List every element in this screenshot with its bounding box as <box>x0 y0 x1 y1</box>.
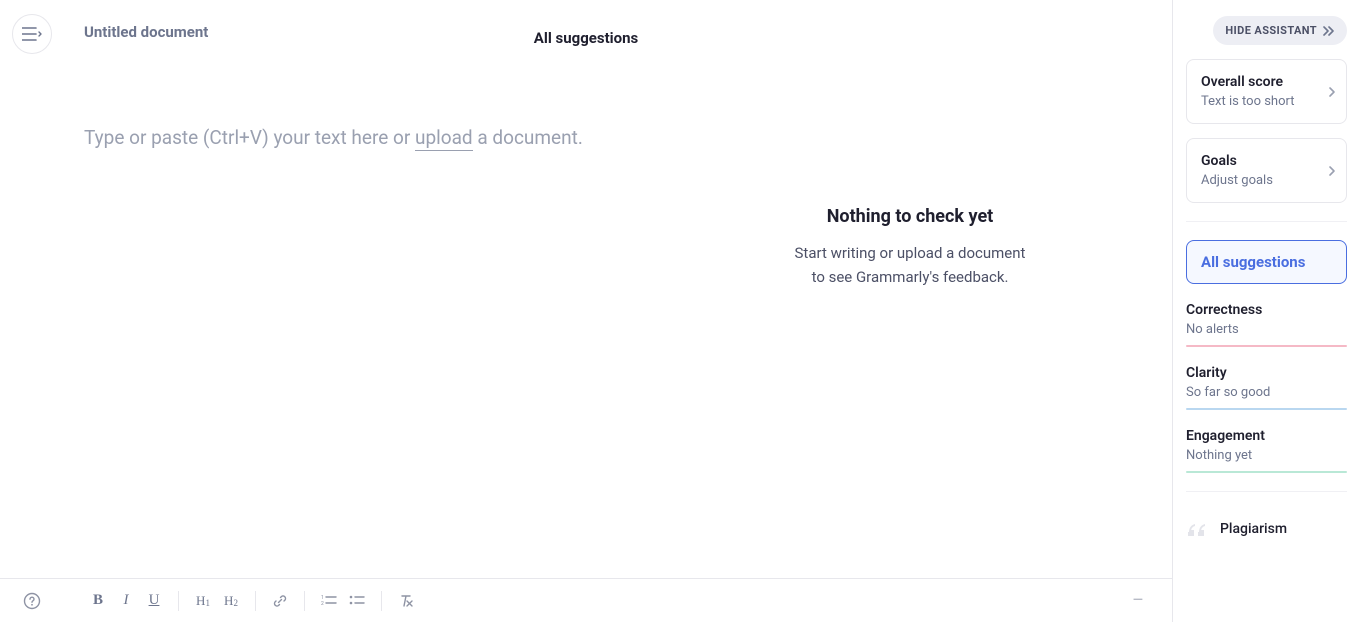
format-toolbar: B I U H1 H2 1 2 <box>0 578 1172 622</box>
link-button[interactable] <box>266 587 294 615</box>
panel-separator <box>1186 491 1347 492</box>
h2-button[interactable]: H2 <box>217 587 245 615</box>
category-clarity[interactable]: Clarity So far so good <box>1186 361 1347 410</box>
link-icon <box>272 593 288 609</box>
main-editor-area: Untitled document All suggestions Type o… <box>0 0 1173 622</box>
goals-sub: Adjust goals <box>1201 173 1332 188</box>
empty-state-line2: to see Grammarly's feedback. <box>812 268 1009 286</box>
editor-placeholder-suffix: a document. <box>473 126 583 149</box>
hamburger-icon <box>22 27 42 41</box>
svg-text:2: 2 <box>321 601 324 607</box>
bold-button[interactable]: B <box>84 587 112 615</box>
empty-state-title: Nothing to check yet <box>670 206 1150 227</box>
menu-button[interactable] <box>12 14 52 54</box>
h1-button[interactable]: H1 <box>189 587 217 615</box>
category-engagement[interactable]: Engagement Nothing yet <box>1186 424 1347 473</box>
help-button[interactable] <box>18 587 46 615</box>
quote-icon <box>1186 520 1208 538</box>
toolbar-separator <box>381 591 382 611</box>
goals-card[interactable]: Goals Adjust goals <box>1186 138 1347 203</box>
toolbar-separator <box>304 591 305 611</box>
clear-formatting-button[interactable] <box>392 587 420 615</box>
numbered-list-button[interactable]: 1 2 <box>315 587 343 615</box>
empty-state-body: Start writing or upload a document to se… <box>670 241 1150 289</box>
upload-link[interactable]: upload <box>415 126 473 151</box>
plagiarism-button[interactable]: Plagiarism <box>1186 510 1347 548</box>
chevron-right-double-icon <box>1323 26 1335 36</box>
clear-format-icon <box>398 593 414 609</box>
toolbar-separator <box>178 591 179 611</box>
chevron-right-icon <box>1328 165 1336 177</box>
italic-button[interactable]: I <box>112 587 140 615</box>
bullet-list-button[interactable] <box>343 587 371 615</box>
underline-button[interactable]: U <box>140 587 168 615</box>
empty-state-line1: Start writing or upload a document <box>795 244 1026 262</box>
toolbar-separator <box>255 591 256 611</box>
collapse-toolbar-button[interactable]: – <box>1126 587 1154 615</box>
goals-title: Goals <box>1201 153 1332 169</box>
plagiarism-label: Plagiarism <box>1220 521 1287 537</box>
category-bar <box>1186 408 1347 410</box>
category-title: Clarity <box>1186 365 1347 381</box>
chevron-right-icon <box>1328 86 1336 98</box>
editor-input[interactable]: Type or paste (Ctrl+V) your text here or… <box>84 124 612 153</box>
category-title: Engagement <box>1186 428 1347 444</box>
unordered-list-icon <box>349 594 365 608</box>
overall-score-sub: Text is too short <box>1201 94 1332 109</box>
overall-score-title: Overall score <box>1201 74 1332 90</box>
hide-assistant-button[interactable]: HIDE ASSISTANT <box>1213 16 1347 45</box>
category-sub: So far so good <box>1186 385 1347 400</box>
overall-score-card[interactable]: Overall score Text is too short <box>1186 59 1347 124</box>
category-sub: No alerts <box>1186 322 1347 337</box>
help-icon <box>23 592 41 610</box>
category-title: Correctness <box>1186 302 1347 318</box>
editor-placeholder-prefix: Type or paste (Ctrl+V) your text here or <box>84 126 415 149</box>
panel-separator <box>1186 221 1347 222</box>
category-sub: Nothing yet <box>1186 448 1347 463</box>
document-title[interactable]: Untitled document <box>84 23 208 41</box>
category-bar <box>1186 345 1347 347</box>
ordered-list-icon: 1 2 <box>321 594 337 608</box>
hide-assistant-label: HIDE ASSISTANT <box>1225 24 1317 37</box>
category-bar <box>1186 471 1347 473</box>
assistant-panel: HIDE ASSISTANT Overall score Text is too… <box>1173 0 1360 622</box>
category-correctness[interactable]: Correctness No alerts <box>1186 298 1347 347</box>
category-all-suggestions[interactable]: All suggestions <box>1186 240 1347 284</box>
